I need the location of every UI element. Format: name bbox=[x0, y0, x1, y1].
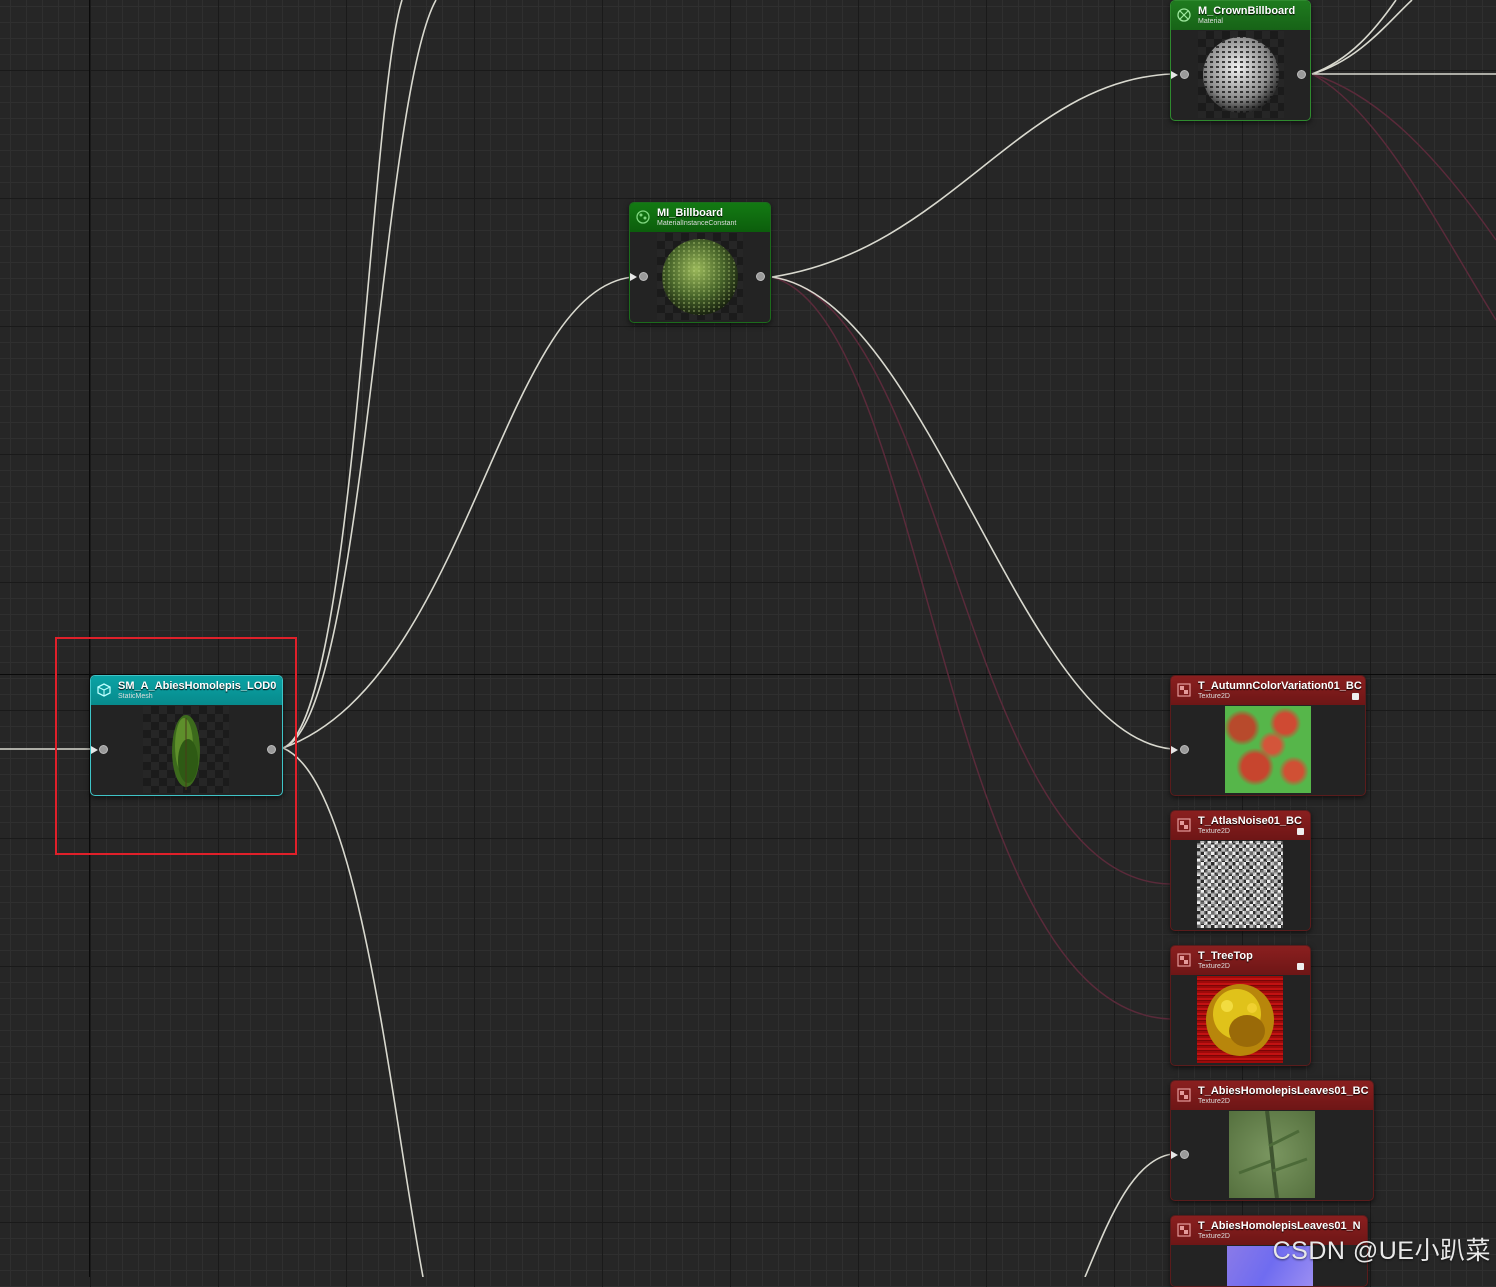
soft-wire bbox=[771, 276, 1171, 1020]
node-type: Material bbox=[1198, 18, 1223, 25]
texture-icon bbox=[1177, 1088, 1191, 1102]
node-material[interactable]: M_CrownBillboard Material bbox=[1170, 0, 1311, 121]
node-material-instance[interactable]: MI_Billboard MaterialInstanceConstant bbox=[629, 202, 771, 323]
wire bbox=[771, 73, 1173, 278]
node-texture[interactable]: T_AbiesHomolepisLeaves01_BC Texture2D bbox=[1170, 1080, 1374, 1201]
texture-thumbnail bbox=[1197, 976, 1283, 1063]
input-pin-arrow[interactable] bbox=[1171, 71, 1178, 79]
wire bbox=[282, 0, 403, 749]
node-header: T_AtlasNoise01_BC Texture2D bbox=[1171, 811, 1310, 840]
soft-wire bbox=[1311, 73, 1496, 321]
material-instance-icon bbox=[636, 210, 650, 224]
node-title: T_AtlasNoise01_BC bbox=[1198, 815, 1302, 827]
node-type: Texture2D bbox=[1198, 1098, 1230, 1105]
lock-icon bbox=[1297, 828, 1304, 835]
node-title: T_AbiesHomolepisLeaves01_BC bbox=[1198, 1085, 1369, 1097]
node-header: T_AbiesHomolepisLeaves01_BC Texture2D bbox=[1171, 1081, 1373, 1110]
wire bbox=[771, 276, 1173, 750]
node-title: M_CrownBillboard bbox=[1198, 5, 1296, 17]
texture-thumbnail bbox=[1229, 1111, 1315, 1198]
node-header: MI_Billboard MaterialInstanceConstant bbox=[630, 203, 770, 232]
node-texture[interactable]: T_AutumnColorVariation01_BC Texture2D bbox=[1170, 675, 1366, 796]
wire bbox=[282, 276, 634, 749]
node-header: T_AutumnColorVariation01_BC Texture2D bbox=[1171, 676, 1365, 705]
input-pin-arrow[interactable] bbox=[1171, 1151, 1178, 1159]
output-pin[interactable] bbox=[1297, 70, 1306, 79]
node-texture[interactable]: T_TreeTop Texture2D bbox=[1170, 945, 1311, 1066]
output-pin[interactable] bbox=[756, 272, 765, 281]
lock-icon bbox=[1297, 963, 1304, 970]
node-type: MaterialInstanceConstant bbox=[657, 220, 737, 227]
wire bbox=[1311, 0, 1397, 75]
node-type: Texture2D bbox=[1198, 1233, 1230, 1240]
node-title: MI_Billboard bbox=[657, 207, 724, 219]
wire bbox=[282, 747, 424, 1277]
input-pin[interactable] bbox=[1180, 745, 1189, 754]
node-type: Texture2D bbox=[1198, 693, 1230, 700]
node-type: Texture2D bbox=[1198, 828, 1230, 835]
input-pin-arrow[interactable] bbox=[630, 273, 637, 281]
texture-thumbnail bbox=[1197, 841, 1283, 928]
node-header: T_TreeTop Texture2D bbox=[1171, 946, 1310, 975]
node-title: T_TreeTop bbox=[1198, 950, 1253, 962]
watermark: CSDN @UE小趴菜 bbox=[1272, 1237, 1491, 1265]
input-pin[interactable] bbox=[639, 272, 648, 281]
texture-thumbnail bbox=[1225, 706, 1311, 793]
lock-icon bbox=[1352, 693, 1359, 700]
node-texture[interactable]: T_AtlasNoise01_BC Texture2D bbox=[1170, 810, 1311, 931]
soft-wire bbox=[1311, 73, 1496, 241]
input-pin-arrow[interactable] bbox=[1171, 746, 1178, 754]
wire bbox=[1311, 0, 1413, 75]
texture-icon bbox=[1177, 683, 1191, 697]
texture-icon bbox=[1177, 818, 1191, 832]
reference-viewer-graph[interactable]: SM_A_AbiesHomolepis_LOD0 StaticMesh MI_B… bbox=[0, 0, 1496, 1287]
texture-icon bbox=[1177, 1223, 1191, 1237]
input-pin[interactable] bbox=[1180, 1150, 1189, 1159]
wire bbox=[1084, 1153, 1173, 1277]
input-pin[interactable] bbox=[1180, 70, 1189, 79]
node-title: T_AutumnColorVariation01_BC bbox=[1198, 680, 1362, 692]
material-instance-thumbnail bbox=[657, 233, 743, 320]
soft-wire bbox=[771, 276, 1171, 885]
material-icon bbox=[1177, 8, 1191, 22]
node-header: M_CrownBillboard Material bbox=[1171, 1, 1310, 30]
selection-highlight bbox=[55, 637, 297, 855]
material-thumbnail bbox=[1198, 31, 1284, 118]
texture-icon bbox=[1177, 953, 1191, 967]
node-type: Texture2D bbox=[1198, 963, 1230, 970]
